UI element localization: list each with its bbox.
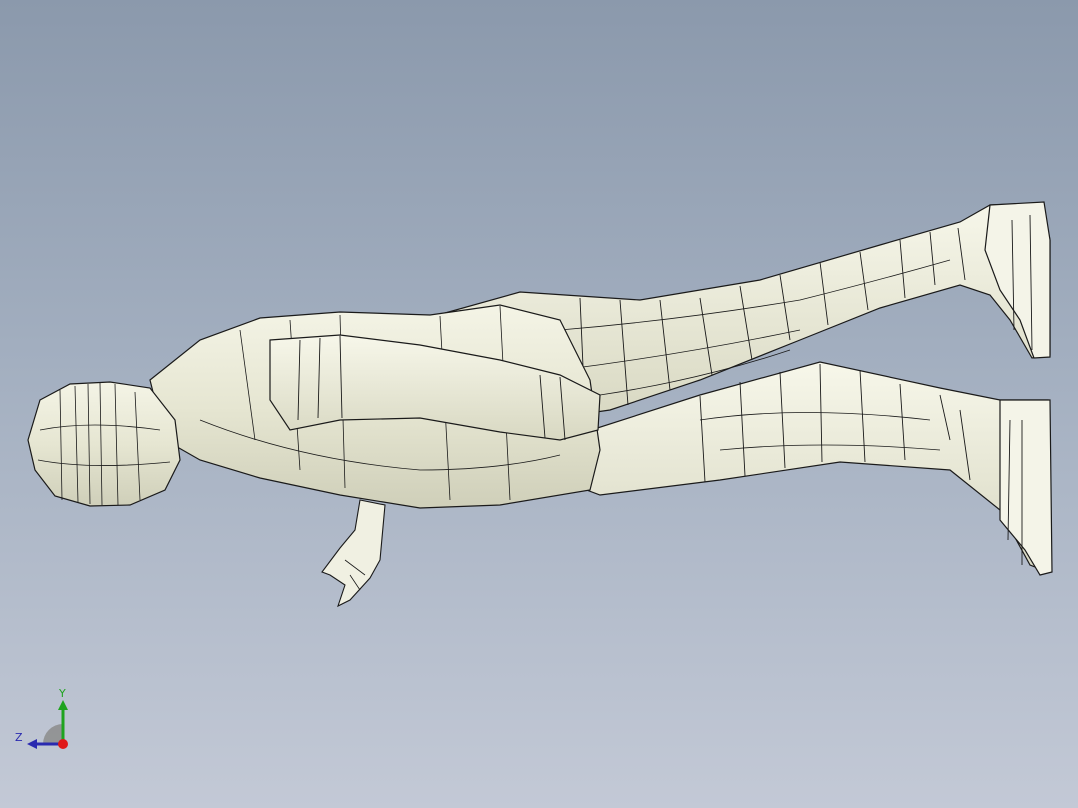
triad-y-label: Y <box>59 687 66 700</box>
head <box>27 381 181 507</box>
coordinate-triad: Y Z <box>10 686 80 756</box>
graphics-viewport[interactable]: Y Z <box>0 0 1078 808</box>
head-group <box>27 381 181 507</box>
hand <box>321 499 386 608</box>
human-figure-model[interactable] <box>0 0 1078 808</box>
triad-z-label: Z <box>15 731 23 744</box>
triad-axes-icon <box>27 700 68 749</box>
